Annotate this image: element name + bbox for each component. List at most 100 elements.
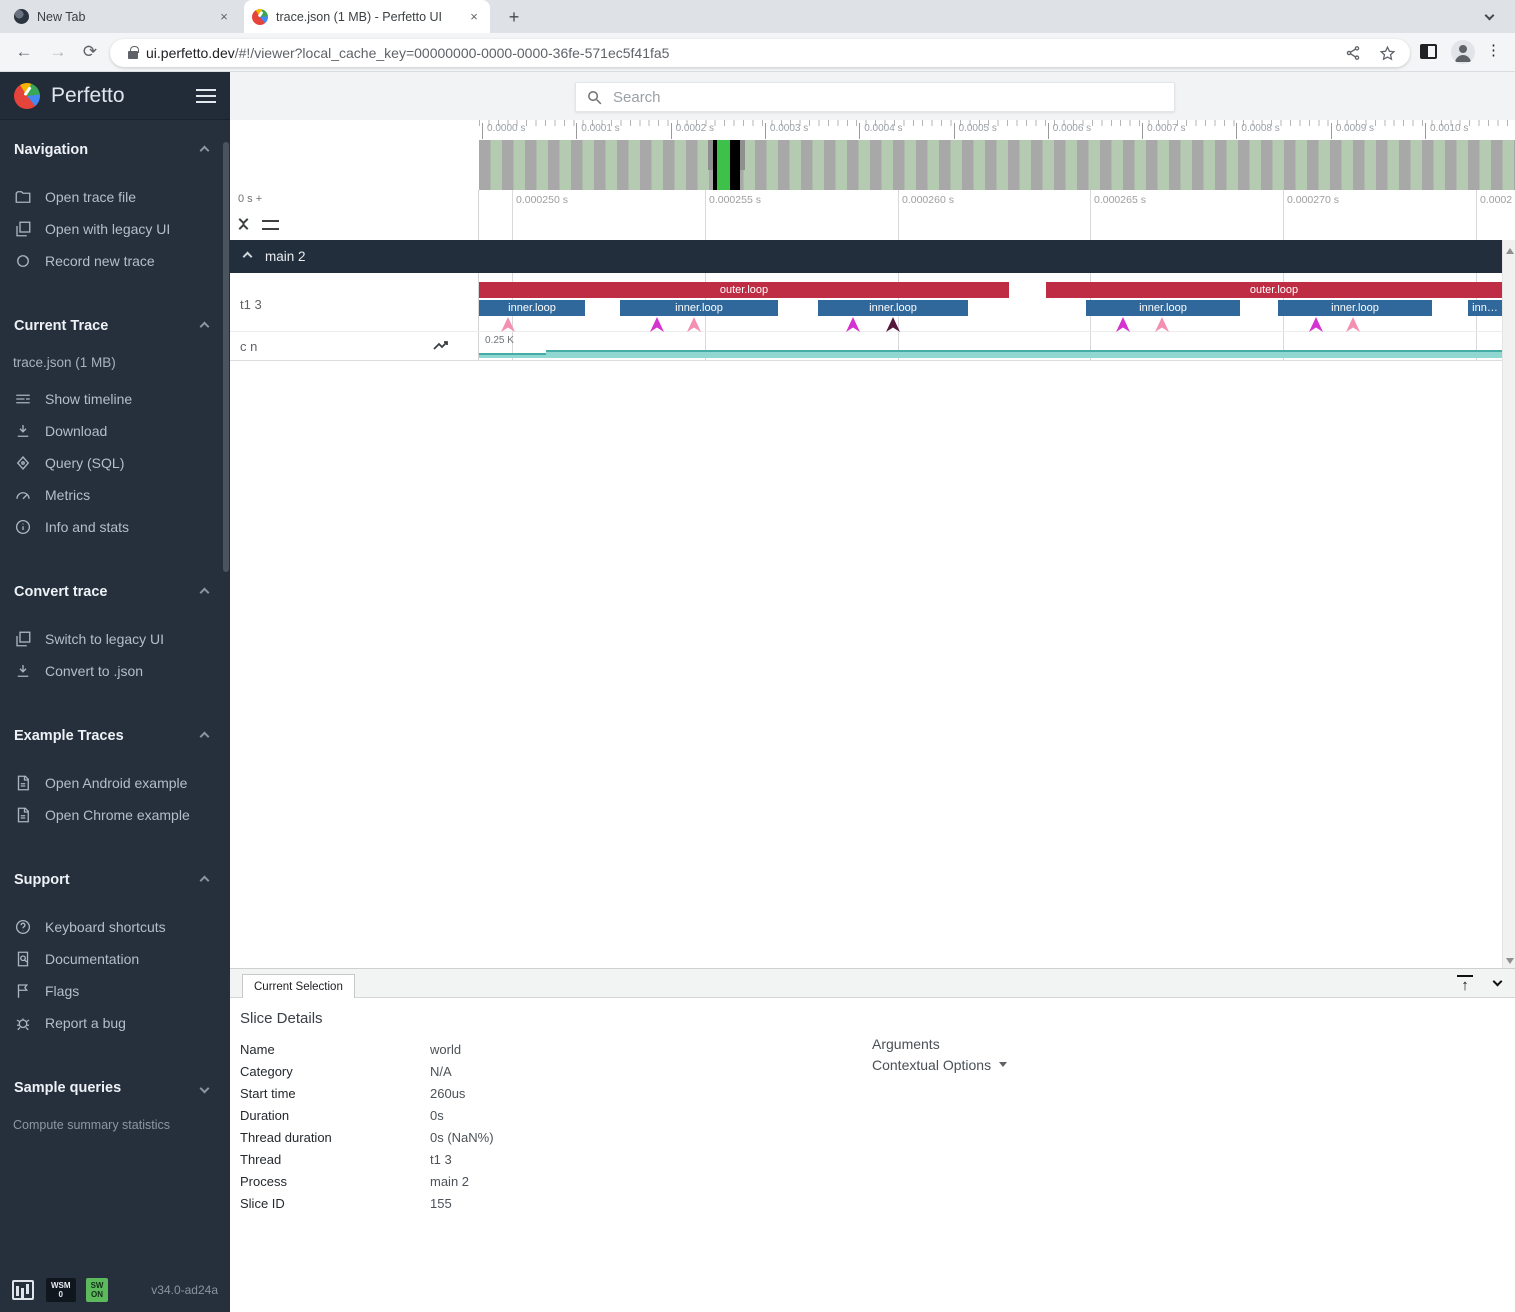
- instant-event-marker[interactable]: [1346, 317, 1360, 332]
- section-chevron-icon: [200, 1083, 210, 1093]
- sidebar-item-documentation[interactable]: Documentation: [0, 943, 230, 975]
- overview-tick-label: 0.0010 s: [1425, 123, 1468, 139]
- share-icon[interactable]: [1345, 45, 1361, 61]
- arguments-section: Arguments Contextual Options: [872, 1036, 1007, 1073]
- counter-value-segment[interactable]: [546, 350, 1502, 358]
- hamburger-menu-icon[interactable]: [196, 89, 216, 103]
- instant-event-marker[interactable]: [650, 317, 664, 332]
- flag-icon: [14, 982, 32, 1000]
- collapse-group-icon[interactable]: [243, 252, 253, 262]
- instant-event-marker[interactable]: [687, 317, 701, 332]
- sidebar: Perfetto NavigationOpen trace fileOpen w…: [0, 72, 230, 1312]
- overview-minimap[interactable]: [479, 140, 1515, 190]
- sidebar-item-metrics[interactable]: Metrics: [0, 479, 230, 511]
- search-input[interactable]: [613, 89, 1164, 106]
- sidebar-item-keyboard-shortcuts[interactable]: Keyboard shortcuts: [0, 911, 230, 943]
- sidebar-item-convert-to-json[interactable]: Convert to .json: [0, 655, 230, 687]
- inner-loop-slice[interactable]: inner.loop: [620, 300, 778, 316]
- sidebar-item-open-chrome-example[interactable]: Open Chrome example: [0, 799, 230, 831]
- metrics-icon: [14, 486, 32, 504]
- tab-close-icon[interactable]: ×: [216, 9, 232, 25]
- instant-event-marker[interactable]: [1116, 317, 1130, 332]
- profile-avatar[interactable]: [1451, 40, 1475, 64]
- tab-search-chevron-icon[interactable]: [1485, 11, 1495, 21]
- bug-icon: [14, 1014, 32, 1032]
- sidebar-item-flags[interactable]: Flags: [0, 975, 230, 1007]
- collapse-panel-icon[interactable]: [1493, 977, 1503, 987]
- inner-loop-slice[interactable]: inner.loop: [479, 300, 585, 316]
- selection-drag-handle[interactable]: [708, 140, 713, 170]
- outer-loop-slice[interactable]: outer.loop: [479, 282, 1009, 298]
- collapse-all-icon[interactable]: [238, 216, 252, 232]
- scroll-down-icon[interactable]: [1506, 958, 1514, 964]
- section-title[interactable]: Current Trace: [0, 314, 230, 338]
- section-title[interactable]: Sample queries: [0, 1076, 230, 1100]
- detail-label: Thread: [240, 1152, 430, 1167]
- selection-drag-handle[interactable]: [740, 140, 745, 170]
- instant-event-marker[interactable]: [846, 317, 860, 332]
- sidebar-scrollbar[interactable]: [223, 142, 229, 572]
- instant-event-marker[interactable]: [886, 317, 900, 332]
- forward-button[interactable]: →: [46, 40, 70, 64]
- instant-event-marker[interactable]: [1309, 317, 1323, 332]
- perfetto-favicon-icon: [252, 9, 268, 25]
- sidebar-item-query-sql-[interactable]: Query (SQL): [0, 447, 230, 479]
- section-title[interactable]: Support: [0, 868, 230, 892]
- contextual-options-dropdown[interactable]: Contextual Options: [872, 1057, 1007, 1073]
- section-title[interactable]: Example Traces: [0, 724, 230, 748]
- inner-loop-slice[interactable]: inn…: [1468, 300, 1502, 316]
- section-title[interactable]: Navigation: [0, 138, 230, 162]
- detail-row: CategoryN/A: [240, 1060, 494, 1082]
- address-bar[interactable]: ui.perfetto.dev/#!/viewer?local_cache_ke…: [110, 39, 1410, 67]
- counter-track-row[interactable]: c n 0.25 K: [230, 332, 1502, 361]
- browser-toolbar: ← → ⟳ ui.perfetto.dev/#!/viewer?local_ca…: [0, 33, 1515, 72]
- process-group-header[interactable]: main 2: [230, 240, 1502, 273]
- sidebar-item-open-trace-file[interactable]: Open trace file: [0, 181, 230, 213]
- sidebar-item-show-timeline[interactable]: Show timeline: [0, 383, 230, 415]
- sidebar-item-open-with-legacy-ui[interactable]: Open with legacy UI: [0, 213, 230, 245]
- outer-loop-slice[interactable]: outer.loop: [1046, 282, 1502, 298]
- sidebar-footer: WSM0 SWON v34.0-ad24a: [0, 1268, 230, 1312]
- sample-query-item[interactable]: Compute summary statistics: [0, 1113, 230, 1137]
- inner-loop-slice[interactable]: inner.loop: [818, 300, 968, 316]
- tab-perfetto[interactable]: trace.json (1 MB) - Perfetto UI ×: [244, 0, 490, 33]
- detail-row: Nameworld: [240, 1038, 494, 1060]
- search-box[interactable]: [575, 82, 1175, 112]
- legacy-ui-icon: [14, 630, 32, 648]
- inner-loop-slice[interactable]: inner.loop: [1278, 300, 1432, 316]
- counter-value-segment[interactable]: [479, 353, 546, 358]
- tab-new-tab[interactable]: New Tab ×: [6, 0, 240, 33]
- instant-event-marker[interactable]: [501, 317, 515, 332]
- inner-loop-slice[interactable]: inner.loop: [1086, 300, 1240, 316]
- sidebar-item-open-android-example[interactable]: Open Android example: [0, 767, 230, 799]
- section-chevron-icon: [200, 587, 210, 597]
- section-title[interactable]: Convert trace: [0, 580, 230, 604]
- sidebar-item-record-new-trace[interactable]: Record new trace: [0, 245, 230, 277]
- reload-button[interactable]: ⟳: [78, 40, 102, 64]
- sidebar-item-report-a-bug[interactable]: Report a bug: [0, 1007, 230, 1039]
- back-button[interactable]: ←: [12, 40, 36, 64]
- wsm-badge: WSM0: [46, 1278, 76, 1302]
- url-text[interactable]: ui.perfetto.dev/#!/viewer?local_cache_ke…: [146, 45, 1327, 61]
- instant-event-marker[interactable]: [1155, 317, 1169, 332]
- expand-panel-top-icon[interactable]: ↑: [1457, 975, 1473, 991]
- sidebar-item-info-and-stats[interactable]: Info and stats: [0, 511, 230, 543]
- sidebar-item-switch-to-legacy-ui[interactable]: Switch to legacy UI: [0, 623, 230, 655]
- tab-close-icon[interactable]: ×: [466, 9, 482, 25]
- download-icon: [14, 662, 32, 680]
- track-sort-icon[interactable]: [262, 220, 279, 230]
- sidebar-item-download[interactable]: Download: [0, 415, 230, 447]
- side-panel-icon[interactable]: [1420, 44, 1437, 59]
- new-tab-button[interactable]: +: [502, 6, 526, 30]
- thread-track-row[interactable]: t1 3 outer.loopouter.loopinner.loopinner…: [230, 273, 1502, 332]
- details-panel-body: Slice Details NameworldCategoryN/AStart …: [230, 998, 1515, 1312]
- sidebar-section-navigation: Navigation Open trace fileOpen with legac…: [0, 138, 230, 277]
- browser-menu-icon[interactable]: ⋮: [1486, 41, 1501, 59]
- timeline-scrollbar[interactable]: [1502, 240, 1515, 968]
- detail-value: t1 3: [430, 1152, 452, 1167]
- overview-tick-label: 0.0002 s: [671, 123, 714, 139]
- current-selection-tab[interactable]: Current Selection: [242, 974, 355, 1000]
- bookmark-star-icon[interactable]: [1379, 45, 1396, 62]
- metrics-chart-icon[interactable]: [12, 1280, 34, 1300]
- scroll-up-icon[interactable]: [1506, 248, 1514, 254]
